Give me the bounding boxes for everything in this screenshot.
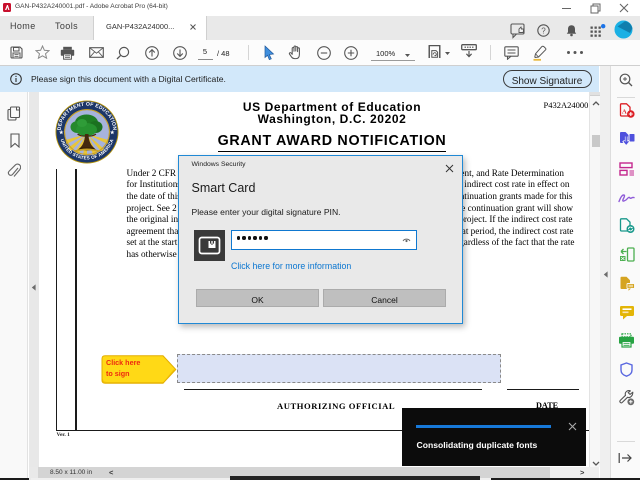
svg-text:?: ?	[541, 26, 546, 35]
svg-text:A: A	[622, 109, 627, 116]
